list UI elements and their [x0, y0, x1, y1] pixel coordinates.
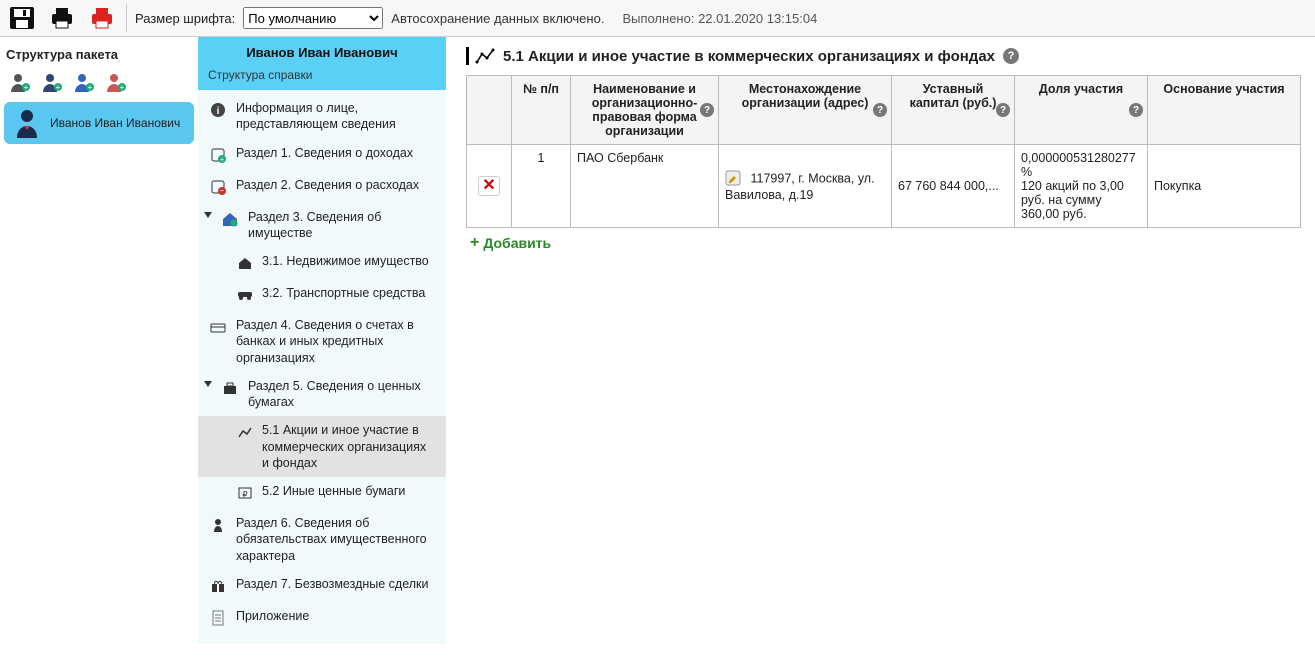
tree-item-section1[interactable]: + Раздел 1. Сведения о доходах: [198, 139, 446, 171]
chevron-down-icon: [204, 212, 212, 218]
tree-item-appendix[interactable]: Приложение: [198, 602, 446, 634]
save-icon[interactable]: [6, 4, 38, 32]
edit-address-button[interactable]: [725, 170, 743, 188]
svg-text:−: −: [220, 186, 225, 195]
tree-item-section31[interactable]: 3.1. Недвижимое имущество: [198, 247, 446, 279]
cell-addr: 117997, г. Москва, ул. Вавилова, д.19: [719, 145, 892, 228]
add-person-spouse-icon[interactable]: +: [38, 70, 66, 94]
add-person-self-icon[interactable]: +: [6, 70, 34, 94]
plus-icon: +: [470, 234, 479, 252]
tree-item-section3[interactable]: Раздел 3. Сведения об имуществе: [198, 203, 446, 248]
main-content: 5.1 Акции и иное участие в коммерческих …: [452, 37, 1315, 268]
add-person-other-icon[interactable]: +: [102, 70, 130, 94]
help-icon[interactable]: ?: [1003, 48, 1019, 64]
tree-item-section4[interactable]: Раздел 4. Сведения о счетах в банках и и…: [198, 311, 446, 372]
bank-icon: [208, 317, 228, 337]
table-row: ✕ 1 ПАО Сбербанк 117997, г. Москва, ул. …: [467, 145, 1301, 228]
info-icon: i: [208, 100, 228, 120]
section-title-text: 5.1 Акции и иное участие в коммерческих …: [503, 48, 995, 65]
cell-capital: 67 760 844 000,...: [892, 145, 1015, 228]
col-addr: Местонахождение организации (адрес)?: [719, 76, 892, 145]
cell-basis: Покупка: [1148, 145, 1301, 228]
tree-item-section6[interactable]: Раздел 6. Сведения об обязательствах иму…: [198, 509, 446, 570]
chevron-down-icon: [204, 381, 212, 387]
font-size-select[interactable]: По умолчанию: [243, 7, 383, 29]
cell-num: 1: [512, 145, 571, 228]
col-capital: Уставный капитал (руб.)?: [892, 76, 1015, 145]
svg-text:+: +: [24, 83, 29, 92]
people-icon-row: + + + +: [6, 70, 194, 94]
toolbar: Размер шрифта: По умолчанию Автосохранен…: [0, 0, 1315, 37]
package-structure-panel: Структура пакета + + + + Иванов Иван Ива…: [0, 37, 198, 150]
tree-item-info[interactable]: i Информация о лице, представляющем свед…: [198, 94, 446, 139]
col-share: Доля участия?: [1015, 76, 1148, 145]
add-person-child-icon[interactable]: +: [70, 70, 98, 94]
help-icon[interactable]: ?: [700, 103, 714, 117]
font-size-label: Размер шрифта:: [135, 11, 235, 26]
person-avatar-icon: [12, 108, 42, 138]
help-icon[interactable]: ?: [873, 103, 887, 117]
person-row[interactable]: Иванов Иван Иванович: [4, 102, 194, 144]
gift-icon: [208, 576, 228, 596]
expense-icon: −: [208, 177, 228, 197]
toolbar-separator: [126, 4, 127, 32]
autosave-status: Автосохранение данных включено.: [391, 11, 604, 26]
realestate-icon: [236, 253, 254, 273]
col-name: Наименование и организационно-правовая ф…: [571, 76, 719, 145]
svg-text:₽: ₽: [242, 490, 247, 499]
obligations-icon: [208, 515, 228, 535]
briefcase-icon: [220, 378, 240, 398]
data-table: № п/п Наименование и организационно-прав…: [466, 75, 1301, 228]
package-structure-title: Структура пакета: [6, 47, 192, 62]
cell-name: ПАО Сбербанк: [571, 145, 719, 228]
svg-text:+: +: [56, 83, 61, 92]
stocks-icon: [236, 422, 254, 442]
tree-item-section7[interactable]: Раздел 7. Безвозмездные сделки: [198, 570, 446, 602]
car-icon: [236, 285, 254, 305]
svg-text:+: +: [120, 83, 125, 92]
person-name: Иванов Иван Иванович: [50, 116, 180, 130]
print-icon[interactable]: [46, 4, 78, 32]
tree-item-section52[interactable]: ₽ 5.2 Иные ценные бумаги: [198, 477, 446, 509]
completed-status: Выполнено: 22.01.2020 13:15:04: [622, 11, 817, 26]
tree-item-section5[interactable]: Раздел 5. Сведения о ценных бумагах: [198, 372, 446, 417]
svg-text:i: i: [217, 106, 220, 117]
tree-item-section32[interactable]: 3.2. Транспортные средства: [198, 279, 446, 311]
tree-panel: Иванов Иван Иванович Структура справки i…: [198, 37, 446, 644]
section-title: 5.1 Акции и иное участие в коммерческих …: [466, 47, 1301, 65]
securities-icon: ₽: [236, 483, 254, 503]
help-icon[interactable]: ?: [996, 103, 1010, 117]
svg-text:+: +: [88, 83, 93, 92]
delete-row-button[interactable]: ✕: [478, 176, 500, 196]
tree-header: Иванов Иван Иванович: [198, 37, 446, 68]
chart-line-icon: [475, 47, 495, 65]
tree-item-section2[interactable]: − Раздел 2. Сведения о расходах: [198, 171, 446, 203]
col-delete: [467, 76, 512, 145]
document-icon: [208, 608, 228, 628]
col-num: № п/п: [512, 76, 571, 145]
help-icon[interactable]: ?: [1129, 103, 1143, 117]
add-row-button[interactable]: + Добавить: [466, 228, 555, 258]
print-red-icon[interactable]: [86, 4, 118, 32]
cell-share: 0,000000531280277 % 120 акций по 3,00 ру…: [1015, 145, 1148, 228]
col-basis: Основание участия: [1148, 76, 1301, 145]
tree-item-section51[interactable]: 5.1 Акции и иное участие в коммерческих …: [198, 416, 446, 477]
tree-subtitle: Структура справки: [198, 68, 446, 90]
income-icon: +: [208, 145, 228, 165]
property-icon: [220, 209, 240, 229]
svg-text:+: +: [220, 157, 224, 163]
